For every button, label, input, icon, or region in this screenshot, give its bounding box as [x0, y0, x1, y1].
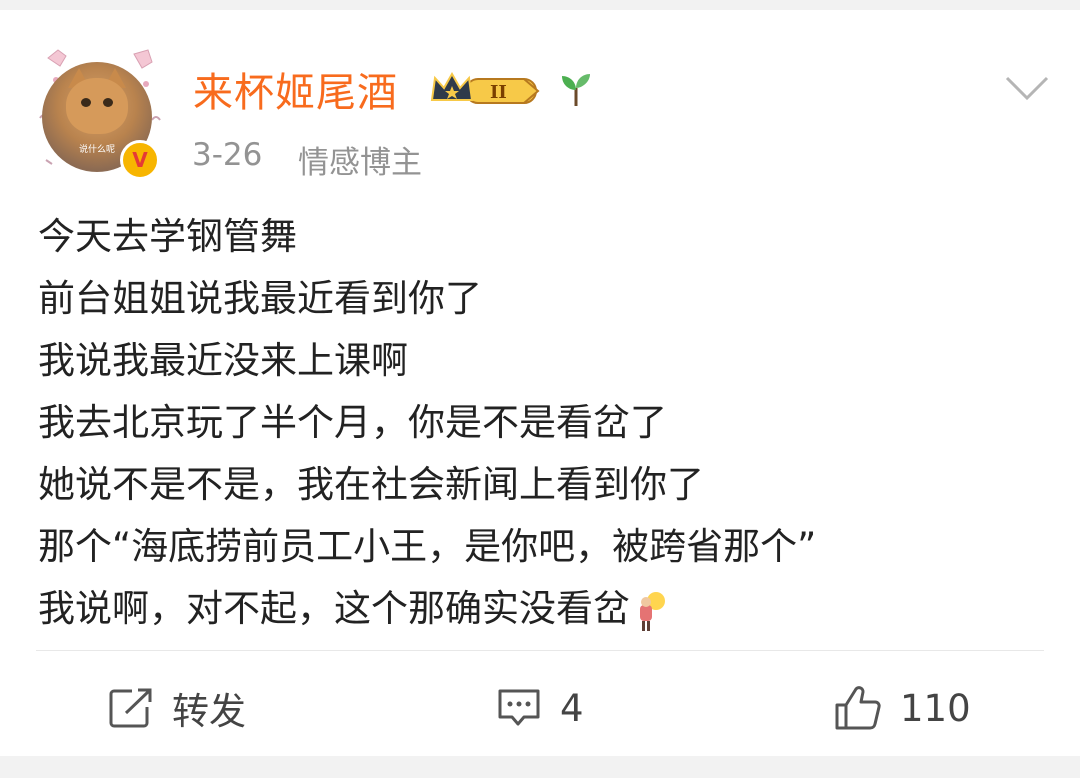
post-card: 说什么呢 V 来杯姬尾酒 II 3-26 情感博主 今天去学钢管舞 前台姐姐说我… [0, 10, 1080, 756]
post-line: 今天去学钢管舞 [38, 215, 297, 258]
like-icon [835, 686, 881, 730]
comment-icon [498, 689, 540, 726]
divider [36, 650, 1044, 651]
crown-badge-icon[interactable]: II [428, 70, 544, 110]
post-line: 她说不是不是，我在社会新闻上看到你了 [38, 463, 704, 506]
chevron-down-icon[interactable] [1004, 74, 1050, 102]
post-line: 我说我最近没来上课啊 [38, 339, 408, 382]
author-name[interactable]: 来杯姬尾酒 [193, 60, 398, 118]
like-count: 110 [900, 686, 971, 730]
vip-level: II [490, 82, 507, 103]
post-line: 我去北京玩了半个月，你是不是看岔了 [38, 401, 667, 444]
repost-icon [109, 688, 152, 728]
sprout-icon [562, 74, 590, 106]
comment-count: 4 [560, 686, 584, 730]
comment-button[interactable]: 4 [496, 678, 584, 738]
repost-button[interactable]: 转发 [108, 678, 246, 738]
like-button[interactable]: 110 [834, 678, 971, 738]
avatar[interactable]: 说什么呢 V [34, 40, 162, 180]
post-line: 那个“海底捞前员工小王，是你吧，被跨省那个” [38, 525, 817, 568]
post-line: 前台姐姐说我最近看到你了 [38, 277, 482, 320]
verified-icon: V [120, 140, 160, 180]
cat-face [66, 78, 128, 134]
post-line: 我说啊，对不起，这个那确实没看岔 [38, 587, 630, 630]
post-line-last: 我说啊，对不起，这个那确实没看岔 [38, 578, 1048, 640]
author-role: 情感博主 [298, 145, 422, 181]
cat-eye [103, 98, 113, 107]
lightbulb-emoji-icon [640, 591, 665, 631]
post-content: 今天去学钢管舞 前台姐姐说我最近看到你了 我说我最近没来上课啊 我去北京玩了半个… [38, 206, 1048, 640]
repost-label: 转发 [172, 690, 246, 733]
post-date: 3-26 [192, 137, 263, 173]
cat-eye [81, 98, 91, 107]
